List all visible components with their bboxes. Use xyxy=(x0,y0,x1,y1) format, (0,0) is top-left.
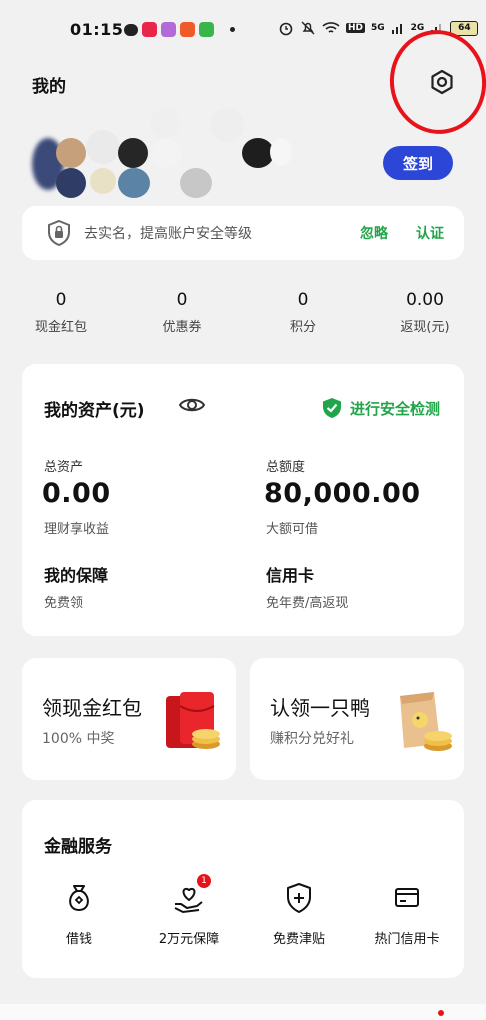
stat-value: 0 xyxy=(55,290,67,310)
red-envelope-icon xyxy=(166,692,220,749)
avatar-blob xyxy=(90,168,116,194)
eye-icon xyxy=(178,398,206,412)
status-app-icons xyxy=(124,22,235,37)
page-title: 我的 xyxy=(32,77,66,97)
security-text: 去实名，提高账户安全等级 xyxy=(84,226,252,242)
nav-red-dot-icon xyxy=(438,1010,444,1016)
settings-hexagon-icon xyxy=(431,69,453,95)
store-app-icon xyxy=(199,22,214,37)
hd-label: HD xyxy=(346,23,366,33)
finance-item-label: 热门信用卡 xyxy=(374,932,440,947)
mute-icon xyxy=(301,21,315,35)
finance-item-credit-card[interactable]: 热门信用卡 xyxy=(352,880,462,947)
music-app-icon xyxy=(180,22,195,37)
finance-item-label: 免费津贴 xyxy=(272,932,325,947)
stat-cashback[interactable]: 0.00 返现(元) xyxy=(370,290,480,335)
total-quota-value[interactable]: 80,000.00 xyxy=(264,478,421,509)
total-assets-value[interactable]: 0.00 xyxy=(42,478,111,509)
notification-badge: 1 xyxy=(197,874,211,888)
video-app-icon xyxy=(142,22,157,37)
network-5g-label: 5G xyxy=(371,23,385,33)
stat-value: 0 xyxy=(176,290,188,310)
stat-value: 0.00 xyxy=(406,290,444,310)
shield-lock-icon xyxy=(48,219,70,247)
avatar-blob xyxy=(270,138,292,166)
checkin-button[interactable]: 签到 xyxy=(383,146,453,180)
finance-title: 金融服务 xyxy=(44,837,112,857)
promo-sub: 赚积分兑好礼 xyxy=(270,731,354,747)
bottom-nav-edge xyxy=(0,1004,486,1020)
total-quota-sub: 大额可借 xyxy=(266,522,319,537)
alarm-icon xyxy=(279,22,293,36)
eye-toggle-button[interactable] xyxy=(178,394,206,420)
avatar[interactable] xyxy=(30,100,292,200)
avatar-blob xyxy=(86,130,120,164)
gift-bag-icon xyxy=(400,692,452,751)
signal-icon xyxy=(391,24,402,34)
finance-item-borrow[interactable]: 借钱 xyxy=(24,880,134,947)
total-assets-sub: 理财享收益 xyxy=(44,522,110,537)
stat-label: 优惠券 xyxy=(162,320,202,335)
stat-label: 积分 xyxy=(289,320,316,335)
money-bag-icon xyxy=(69,885,89,912)
flower-app-icon xyxy=(161,22,176,37)
finance-item-allowance[interactable]: 免费津贴 xyxy=(244,880,354,947)
assets-card: 我的资产(元) 进行安全检测 总资产 0.00 理财享收益 总额度 80,000… xyxy=(22,364,464,636)
wechat-icon xyxy=(124,23,138,36)
wifi-icon xyxy=(322,22,340,33)
more-dot-icon xyxy=(230,27,235,32)
stat-label: 现金红包 xyxy=(34,320,87,335)
credit-card-title[interactable]: 信用卡 xyxy=(266,562,314,586)
avatar-blob xyxy=(56,168,86,198)
total-assets-label: 总资产 xyxy=(44,460,84,475)
shield-check-icon xyxy=(322,398,341,418)
avatar-blob xyxy=(180,168,212,198)
assets-title: 我的资产(元) xyxy=(44,401,145,421)
stat-label: 返现(元) xyxy=(400,320,450,335)
insurance-title[interactable]: 我的保障 xyxy=(44,562,108,586)
avatar-blob xyxy=(56,138,86,168)
avatar-blob xyxy=(150,108,180,138)
avatar-blob xyxy=(152,138,182,168)
finance-item-insurance[interactable]: 1 2万元保障 xyxy=(134,874,244,947)
avatar-blob xyxy=(118,138,148,168)
finance-item-label: 2万元保障 xyxy=(158,932,220,947)
avatar-blob xyxy=(118,168,150,198)
security-check-link[interactable]: 进行安全检测 xyxy=(322,397,440,419)
credit-card-sub: 免年费/高返现 xyxy=(266,596,349,611)
verify-link[interactable]: 认证 xyxy=(416,223,444,243)
settings-button[interactable] xyxy=(426,66,458,98)
ignore-link[interactable]: 忽略 xyxy=(360,223,388,243)
finance-services-card: 金融服务 借钱 1 2万元保障 免费津贴 热门信用卡 xyxy=(22,800,464,978)
stat-points[interactable]: 0 积分 xyxy=(248,290,358,335)
promo-redpacket-card[interactable]: 领现金红包 100% 中奖 xyxy=(22,658,236,780)
finance-item-label: 借钱 xyxy=(65,932,92,947)
insurance-sub: 免费领 xyxy=(44,596,84,611)
security-check-text: 进行安全检测 xyxy=(349,399,440,418)
promo-title: 认领一只鸭 xyxy=(270,696,370,720)
status-time: 01:15 xyxy=(70,20,124,39)
shield-plus-icon xyxy=(287,883,311,913)
promo-sub: 100% 中奖 xyxy=(42,731,115,747)
credit-card-icon xyxy=(395,888,419,907)
promo-duck-card[interactable]: 认领一只鸭 赚积分兑好礼 xyxy=(250,658,464,780)
stat-value: 0 xyxy=(297,290,309,310)
avatar-blob xyxy=(210,108,244,142)
stat-coupons[interactable]: 0 优惠券 xyxy=(127,290,237,335)
stat-cash-redpacket[interactable]: 0 现金红包 xyxy=(6,290,116,335)
total-quota-label: 总额度 xyxy=(266,460,306,475)
security-banner[interactable]: 去实名，提高账户安全等级 忽略 认证 xyxy=(22,206,464,260)
promo-title: 领现金红包 xyxy=(42,696,142,720)
